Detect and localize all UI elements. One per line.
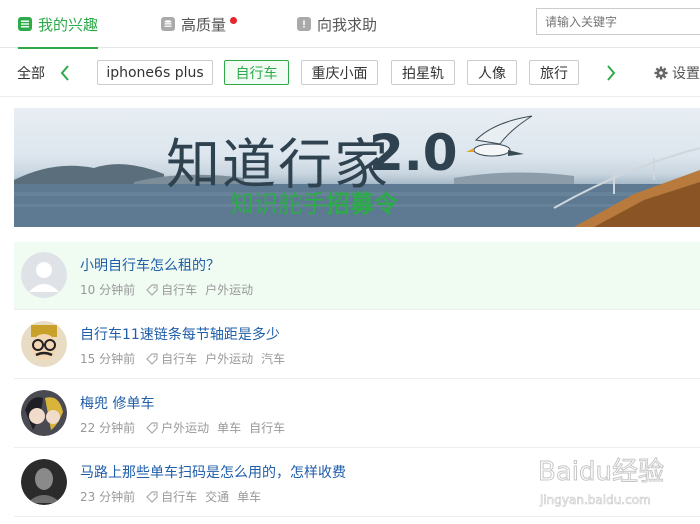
question-time: 15 分钟前: [80, 352, 136, 366]
tab-label: 向我求助: [317, 15, 378, 34]
tag-portrait[interactable]: 人像: [467, 60, 517, 85]
tab-my-interests[interactable]: 我的兴趣: [18, 0, 99, 49]
avatar[interactable]: [21, 390, 67, 436]
question-meta: 15 分钟前 自行车 户外运动 汽车: [80, 350, 293, 367]
question-title[interactable]: 梅兜 修单车: [80, 393, 154, 413]
banner-subtitle: 知识舵手招募令: [230, 184, 398, 219]
settings-label: 设置: [672, 66, 700, 82]
all-tags-link[interactable]: 全部: [17, 63, 45, 83]
tag-icon: [146, 283, 158, 296]
exclamation-icon: [297, 17, 311, 31]
avatar[interactable]: [21, 321, 67, 367]
settings-button[interactable]: 设置: [654, 63, 700, 83]
promo-banner[interactable]: 知道行家 2.0 知识舵手招募令: [14, 108, 700, 227]
question-tag[interactable]: 交通: [205, 488, 229, 505]
watermark-brand: Baidu经验: [538, 457, 664, 487]
anime-avatar-icon: [21, 390, 67, 436]
question-time: 23 分钟前: [80, 490, 136, 504]
tag-icon: [146, 352, 158, 365]
gear-icon: [654, 66, 668, 80]
question-tag[interactable]: 汽车: [261, 350, 285, 367]
question-meta: 23 分钟前 自行车 交通 单车: [80, 488, 269, 505]
tag-bar: 全部 iphone6s plus 自行车 重庆小面 拍星轨 人像 旅行 设置: [0, 49, 700, 97]
tab-label: 高质量: [181, 15, 227, 34]
tag-travel[interactable]: 旅行: [529, 60, 579, 85]
question-title[interactable]: 小明自行车怎么租的？: [80, 255, 220, 275]
question-meta: 22 分钟前 户外运动 单车 自行车: [80, 419, 293, 436]
question-time: 22 分钟前: [80, 421, 136, 435]
tag-iphone6s-plus[interactable]: iphone6s plus: [97, 60, 213, 85]
question-time: 10 分钟前: [80, 283, 136, 297]
tag-star-trails[interactable]: 拍星轨: [391, 60, 455, 85]
tab-label: 我的兴趣: [38, 15, 99, 34]
question-tag[interactable]: 单车: [237, 488, 261, 505]
list-icon: [18, 17, 32, 31]
tag-bicycle[interactable]: 自行车: [224, 60, 289, 85]
banner-version: 2.0: [369, 124, 458, 182]
watermark-url: jingyan.baidu.com: [539, 493, 651, 507]
photo-avatar-icon: [21, 459, 67, 505]
top-nav: 我的兴趣 高质量 向我求助: [0, 0, 700, 49]
question-title[interactable]: 自行车11速链条每节轴距是多少: [80, 324, 280, 344]
tag-icon: [146, 490, 158, 503]
tag-chongqing-noodles[interactable]: 重庆小面: [301, 60, 378, 85]
database-icon: [161, 17, 175, 31]
question-tag[interactable]: 自行车: [249, 419, 285, 436]
question-item: 梅兜 修单车 22 分钟前 户外运动 单车 自行车: [14, 380, 700, 448]
tab-help-me[interactable]: 向我求助: [297, 0, 377, 48]
baidu-jingyan-watermark: Baidu经验 jingyan.baidu.com: [538, 457, 665, 508]
banner-subtitle-bold: 招募令: [326, 190, 398, 218]
question-title[interactable]: 马路上那些单车扫码是怎么用的，怎样收费: [80, 462, 346, 482]
question-tag[interactable]: 自行车: [161, 281, 197, 298]
tag-icon: [146, 421, 158, 434]
question-item: 自行车11速链条每节轴距是多少 15 分钟前 自行车 户外运动 汽车: [14, 311, 700, 379]
chevron-left-icon[interactable]: [58, 61, 72, 85]
question-item: 小明自行车怎么租的？ 10 分钟前 自行车 户外运动: [14, 242, 700, 310]
question-tag[interactable]: 户外运动: [161, 419, 209, 436]
default-avatar-icon: [21, 252, 67, 298]
avatar[interactable]: [21, 459, 67, 505]
question-tag[interactable]: 自行车: [161, 488, 197, 505]
question-tag[interactable]: 自行车: [161, 350, 197, 367]
search-input[interactable]: [536, 8, 700, 35]
question-tag[interactable]: 户外运动: [205, 281, 253, 298]
question-meta: 10 分钟前 自行车 户外运动: [80, 281, 261, 298]
question-tag[interactable]: 单车: [217, 419, 241, 436]
notification-dot: [230, 16, 238, 24]
banner-subtitle-plain: 知识舵手: [230, 190, 326, 218]
tab-high-quality[interactable]: 高质量: [161, 0, 238, 48]
cartoon-avatar-icon: [21, 321, 67, 367]
seagull-icon: [466, 115, 533, 157]
avatar[interactable]: [21, 252, 67, 298]
chevron-right-icon[interactable]: [604, 61, 618, 85]
question-tag[interactable]: 户外运动: [205, 350, 253, 367]
